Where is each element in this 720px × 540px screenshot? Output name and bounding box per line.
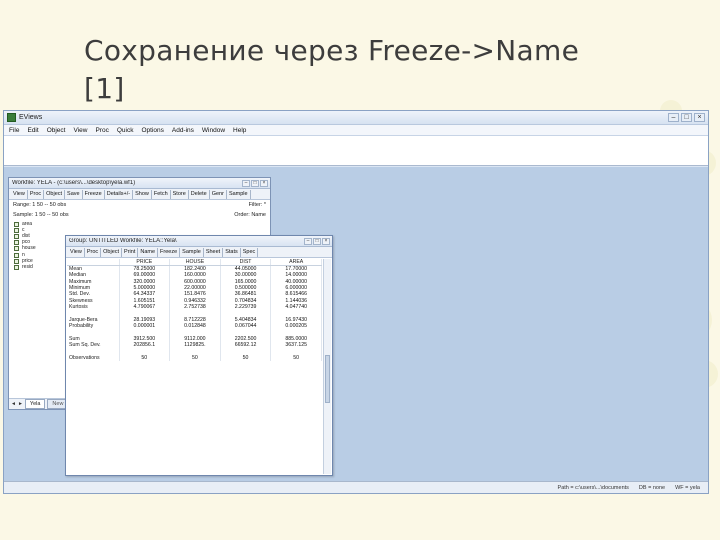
wf-view-button[interactable]: View <box>11 189 28 199</box>
close-icon[interactable]: × <box>322 237 330 245</box>
workfile-order: Order: Name <box>234 212 266 218</box>
table-cell[interactable]: 50 <box>119 355 171 362</box>
workfile-toolbar: View Proc Object Save Freeze Details+/- … <box>9 189 270 200</box>
wf-store-button[interactable]: Store <box>171 189 189 199</box>
grp-spec-button[interactable]: Spec <box>241 247 259 257</box>
workfile-title-bar: Workfile: YELA - (c:\users\...\desktop\y… <box>9 178 270 189</box>
group-title-bar: Group: UNTITLED Workfile: YELA::Yela\ – … <box>66 236 332 247</box>
workfile-window-controls: – □ × <box>242 179 270 187</box>
workfile-range-row: Range: 1 50 -- 50 obs Filter: * <box>9 200 270 210</box>
series-icon <box>14 264 19 270</box>
wf-proc-button[interactable]: Proc <box>28 189 45 199</box>
vertical-scrollbar[interactable] <box>323 259 331 474</box>
grp-stats-button[interactable]: Stats <box>223 247 241 257</box>
scrollbar-thumb[interactable] <box>325 355 330 403</box>
menu-file[interactable]: File <box>9 127 19 134</box>
wf-save-button[interactable]: Save <box>65 189 83 199</box>
slide-title-line-2: [1] <box>84 72 125 105</box>
maximize-icon[interactable]: □ <box>313 237 321 245</box>
wf-show-button[interactable]: Show <box>133 189 152 199</box>
wf-delete-button[interactable]: Delete <box>189 189 210 199</box>
tab-yela[interactable]: Yela <box>24 399 46 409</box>
grp-sample-button[interactable]: Sample <box>180 247 204 257</box>
close-icon[interactable]: × <box>694 113 705 122</box>
stats-table: PRICE HOUSE DIST AREA Mean 78.25000 182.24… <box>67 259 322 362</box>
menu-edit[interactable]: Edit <box>27 127 38 134</box>
series-icon <box>14 246 19 252</box>
workfile-title: Workfile: YELA - (c:\users\...\desktop\y… <box>12 180 136 186</box>
row-label: Observations <box>67 355 120 362</box>
series-icon <box>14 240 19 246</box>
app-title-bar: EViews – □ × <box>4 111 708 125</box>
table-cell[interactable]: 50 <box>220 355 272 362</box>
app-title: EViews <box>19 114 43 121</box>
coef-icon <box>14 227 19 233</box>
series-icon <box>14 258 19 264</box>
menu-view[interactable]: View <box>73 127 87 134</box>
group-window-controls: – □ × <box>304 237 332 245</box>
menu-help[interactable]: Help <box>233 127 246 134</box>
menu-proc[interactable]: Proc <box>95 127 108 134</box>
group-window: Group: UNTITLED Workfile: YELA::Yela\ – … <box>65 235 333 476</box>
workfile-sample[interactable]: Sample: 1 50 -- 50 obs <box>13 211 69 219</box>
grp-view-button[interactable]: View <box>68 247 85 257</box>
tab-scroll-right-icon[interactable]: ► <box>18 401 23 407</box>
series-icon <box>14 221 19 227</box>
wf-sample-button[interactable]: Sample <box>227 189 251 199</box>
group-title: Group: UNTITLED Workfile: YELA::Yela\ <box>69 238 177 244</box>
wf-fetch-button[interactable]: Fetch <box>152 189 171 199</box>
table-cell[interactable]: 50 <box>270 355 322 362</box>
maximize-icon[interactable]: □ <box>251 179 259 187</box>
command-window[interactable] <box>4 136 708 166</box>
status-bar: Path = c:\users\...\documents DB = none … <box>4 481 708 493</box>
close-icon[interactable]: × <box>260 179 268 187</box>
slide-title-line-1: Сохранение через Freeze->Name <box>84 34 580 67</box>
menu-quick[interactable]: Quick <box>117 127 134 134</box>
menu-object[interactable]: Object <box>47 127 66 134</box>
grp-freeze-button[interactable]: Freeze <box>158 247 181 257</box>
wf-freeze-button[interactable]: Freeze <box>83 189 105 199</box>
tab-scroll-left-icon[interactable]: ◄ <box>11 401 16 407</box>
menu-add-ins[interactable]: Add-ins <box>172 127 194 134</box>
slide-title: Сохранение через Freeze->Name [1] <box>84 32 684 108</box>
wf-object-button[interactable]: Object <box>44 189 66 199</box>
minimize-icon[interactable]: – <box>668 113 679 122</box>
series-icon <box>14 252 19 258</box>
grp-print-button[interactable]: Print <box>122 247 139 257</box>
table-row: Observations 50 50 50 50 <box>67 355 322 362</box>
grp-name-button[interactable]: Name <box>138 247 159 257</box>
workfile-range[interactable]: Range: 1 50 -- 50 obs <box>13 201 66 209</box>
status-path: Path = c:\users\...\documents <box>557 484 629 491</box>
grp-object-button[interactable]: Object <box>101 247 123 257</box>
wf-genr-button[interactable]: Genr <box>210 189 227 199</box>
menu-options[interactable]: Options <box>141 127 163 134</box>
minimize-icon[interactable]: – <box>242 179 250 187</box>
workfile-sample-row: Sample: 1 50 -- 50 obs Order: Name <box>9 210 270 220</box>
window-controls: – □ × <box>668 113 708 122</box>
grp-proc-button[interactable]: Proc <box>85 247 102 257</box>
status-wf: WF = yela <box>675 484 700 491</box>
group-toolbar: View Proc Object Print Name Freeze Sampl… <box>66 247 332 258</box>
minimize-icon[interactable]: – <box>304 237 312 245</box>
menu-bar: File Edit Object View Proc Quick Options… <box>4 125 708 136</box>
menu-window[interactable]: Window <box>202 127 225 134</box>
table-cell[interactable]: 50 <box>169 355 221 362</box>
eviews-logo-icon <box>7 113 16 122</box>
grp-sheet-button[interactable]: Sheet <box>204 247 224 257</box>
series-icon <box>14 233 19 239</box>
maximize-icon[interactable]: □ <box>681 113 692 122</box>
wf-details-button[interactable]: Details+/- <box>105 189 134 199</box>
workfile-filter: Filter: * <box>248 202 266 208</box>
status-db: DB = none <box>638 484 666 491</box>
